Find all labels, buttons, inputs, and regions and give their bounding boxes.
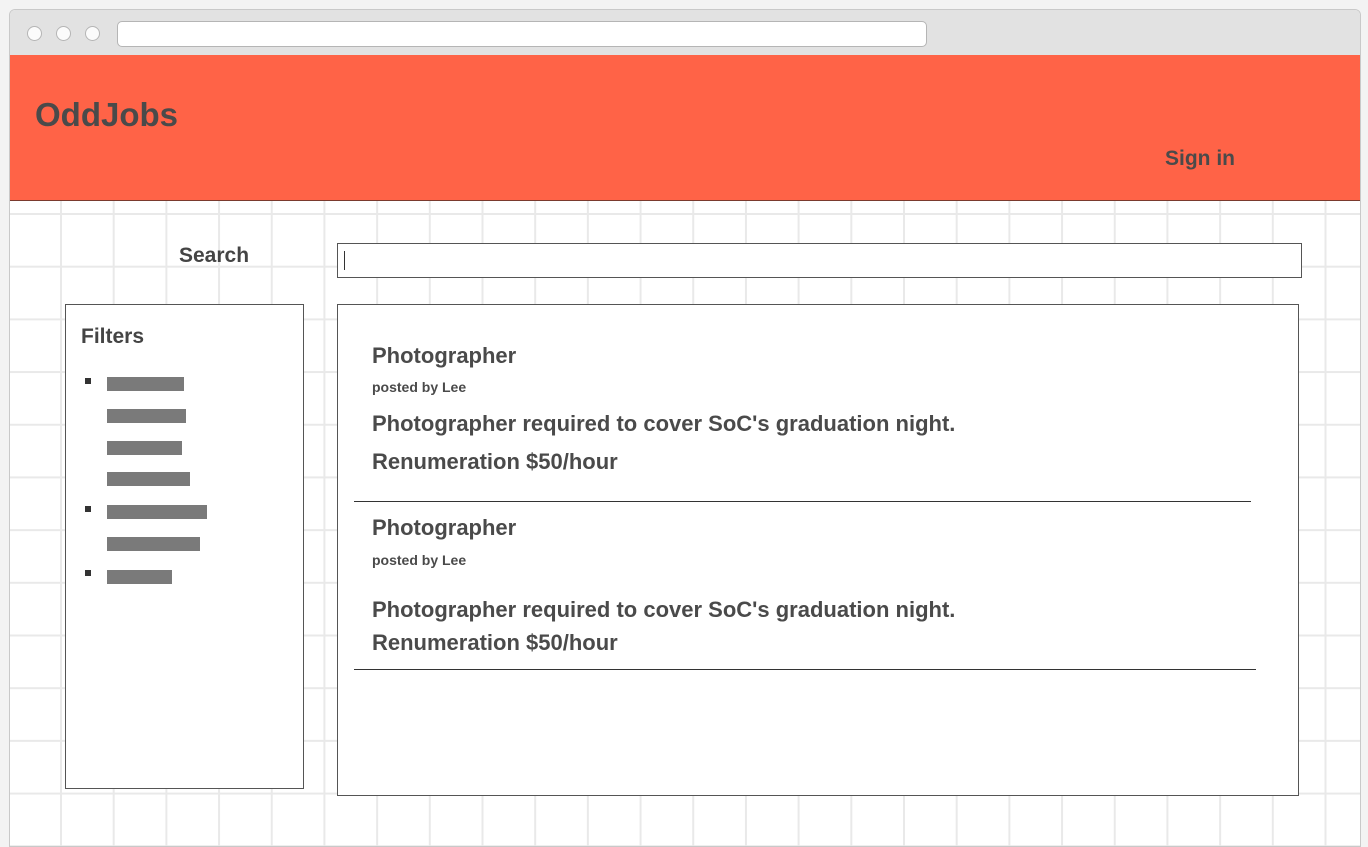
filter-group-bullet-icon	[85, 570, 91, 576]
job-divider	[354, 669, 1256, 670]
browser-titlebar	[10, 10, 1360, 56]
filter-option-placeholder[interactable]	[107, 409, 186, 423]
window-minimize-dot-icon[interactable]	[56, 26, 71, 41]
search-input[interactable]	[337, 243, 1302, 278]
filter-option-placeholder[interactable]	[107, 377, 184, 391]
filter-option-placeholder[interactable]	[107, 505, 207, 519]
filters-title: Filters	[81, 325, 145, 348]
job-description: Photographer required to cover SoC's gra…	[372, 411, 956, 436]
job-title[interactable]: Photographer	[372, 343, 516, 369]
text-caret	[344, 251, 345, 270]
filter-option-placeholder[interactable]	[107, 570, 172, 584]
job-pay: Renumeration $50/hour	[372, 630, 618, 655]
window-close-dot-icon[interactable]	[27, 26, 42, 41]
job-poster: posted by Lee	[372, 379, 467, 395]
sign-in-link[interactable]: Sign in	[1165, 147, 1235, 171]
filters-panel: Filters	[65, 304, 304, 789]
search-label: Search	[179, 244, 250, 267]
filter-option-placeholder[interactable]	[107, 472, 190, 486]
job-pay: Renumeration $50/hour	[372, 449, 618, 474]
filter-group-bullet-icon	[85, 378, 91, 384]
window-maximize-dot-icon[interactable]	[85, 26, 100, 41]
address-bar[interactable]	[117, 21, 927, 47]
site-logo[interactable]: OddJobs	[35, 96, 178, 134]
main-content: Search Filters Photographer posted by Le…	[10, 201, 1360, 846]
job-description: Photographer required to cover SoC's gra…	[372, 597, 956, 622]
site-header: OddJobs Sign in	[10, 55, 1360, 201]
filter-group-bullet-icon	[85, 506, 91, 512]
job-title[interactable]: Photographer	[372, 515, 516, 541]
browser-window: OddJobs Sign in Search Filters Photograp…	[9, 9, 1361, 847]
filter-option-placeholder[interactable]	[107, 537, 200, 551]
job-results-panel: Photographer posted by Lee Photographer …	[337, 304, 1299, 796]
job-divider	[354, 501, 1251, 502]
job-poster: posted by Lee	[372, 552, 467, 568]
filter-option-placeholder[interactable]	[107, 441, 182, 455]
